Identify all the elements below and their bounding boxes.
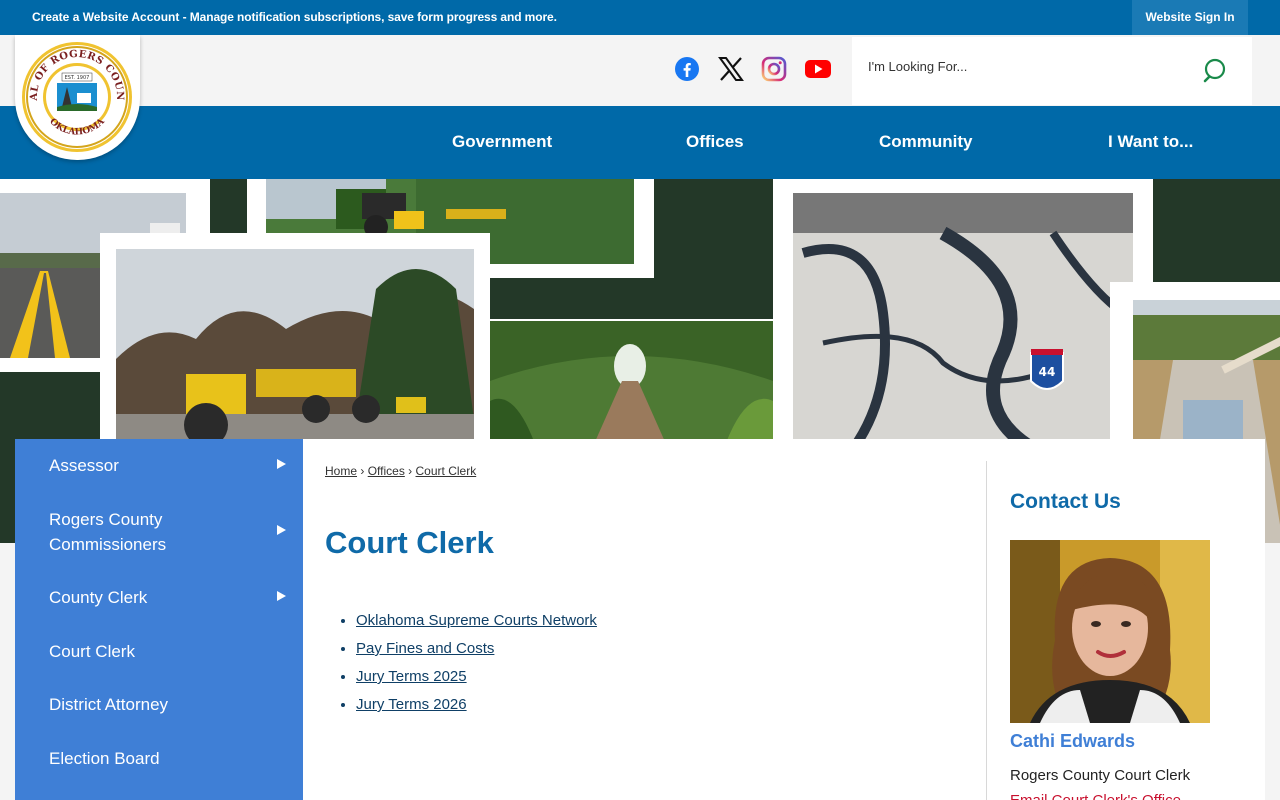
jury-terms-2025-link[interactable]: Jury Terms 2025 (356, 668, 467, 685)
account-notice[interactable]: Create a Website Account - Manage notifi… (32, 10, 557, 24)
svg-text:44: 44 (1039, 365, 1056, 379)
chevron-right-icon[interactable] (277, 525, 286, 535)
nav-government[interactable]: Government (452, 132, 552, 152)
page-title: Court Clerk (325, 525, 494, 560)
jury-terms-2026-link[interactable]: Jury Terms 2026 (356, 696, 467, 713)
breadcrumb-home-link[interactable]: Home (325, 464, 357, 478)
sidebar-item-district-attorney[interactable]: District Attorney (49, 692, 269, 717)
offices-sidebar-menu: Assessor Rogers County Commissioners Cou… (15, 439, 303, 800)
x-icon[interactable] (717, 55, 745, 83)
contact-us-heading: Contact Us (1010, 490, 1121, 513)
facebook-icon[interactable] (673, 55, 701, 83)
search-icon[interactable] (1202, 57, 1230, 85)
river-map-floor-photo: 44 (773, 179, 1153, 449)
website-sign-in-button[interactable]: Website Sign In (1132, 0, 1248, 35)
account-notice-bar: Create a Website Account - Manage notifi… (0, 0, 1280, 35)
site-search (852, 37, 1252, 105)
breadcrumb-separator: › (360, 464, 365, 478)
main-content: Home › Offices › Court Clerk Court Clerk… (303, 439, 1265, 800)
contact-name: Cathi Edwards (1010, 731, 1136, 751)
instagram-icon[interactable] (760, 55, 788, 83)
sidebar-item-commissioners[interactable]: Rogers County Commissioners (49, 507, 269, 557)
nav-offices[interactable]: Offices (686, 132, 744, 152)
court-clerk-portrait (1010, 540, 1210, 723)
chevron-right-icon[interactable] (277, 591, 286, 601)
svg-text:EST. 1907: EST. 1907 (65, 75, 90, 81)
list-item: Jury Terms 2025 (356, 663, 597, 691)
account-notice-text: - Manage notification subscriptions, sav… (179, 10, 557, 24)
sidebar-item-court-clerk[interactable]: Court Clerk (49, 639, 269, 664)
nav-i-want-to[interactable]: I Want to... (1108, 132, 1193, 152)
breadcrumb-current-link[interactable]: Court Clerk (416, 464, 477, 478)
supreme-courts-network-link[interactable]: Oklahoma Supreme Courts Network (356, 612, 597, 629)
list-item: Jury Terms 2026 (356, 691, 597, 719)
sidebar-item-assessor[interactable]: Assessor (49, 453, 269, 478)
list-item: Oklahoma Supreme Courts Network (356, 607, 597, 635)
email-office-link[interactable]: Email Court Clerk's Office (1010, 792, 1181, 800)
pay-fines-link[interactable]: Pay Fines and Costs (356, 640, 494, 657)
create-account-link[interactable]: Create a Website Account (32, 10, 179, 24)
county-seal-logo[interactable]: SEAL OF ROGERS COUNTY OKLAHOMA EST. 1907 (10, 27, 140, 160)
sidebar-item-county-clerk[interactable]: County Clerk (49, 585, 269, 610)
sidebar-item-election-board[interactable]: Election Board (49, 746, 269, 771)
chevron-right-icon[interactable] (277, 459, 286, 469)
breadcrumb: Home › Offices › Court Clerk (325, 464, 476, 478)
column-divider (986, 461, 987, 800)
list-item: Pay Fines and Costs (356, 635, 597, 663)
main-navigation: Government Offices Community I Want to..… (0, 106, 1280, 179)
breadcrumb-separator: › (408, 464, 413, 478)
resource-link-list: Oklahoma Supreme Courts Network Pay Fine… (356, 607, 597, 719)
breadcrumb-offices-link[interactable]: Offices (368, 464, 405, 478)
nav-community[interactable]: Community (879, 132, 973, 152)
search-input[interactable] (868, 59, 1188, 74)
youtube-icon[interactable] (804, 55, 832, 83)
contact-role: Rogers County Court Clerk (1010, 767, 1191, 784)
